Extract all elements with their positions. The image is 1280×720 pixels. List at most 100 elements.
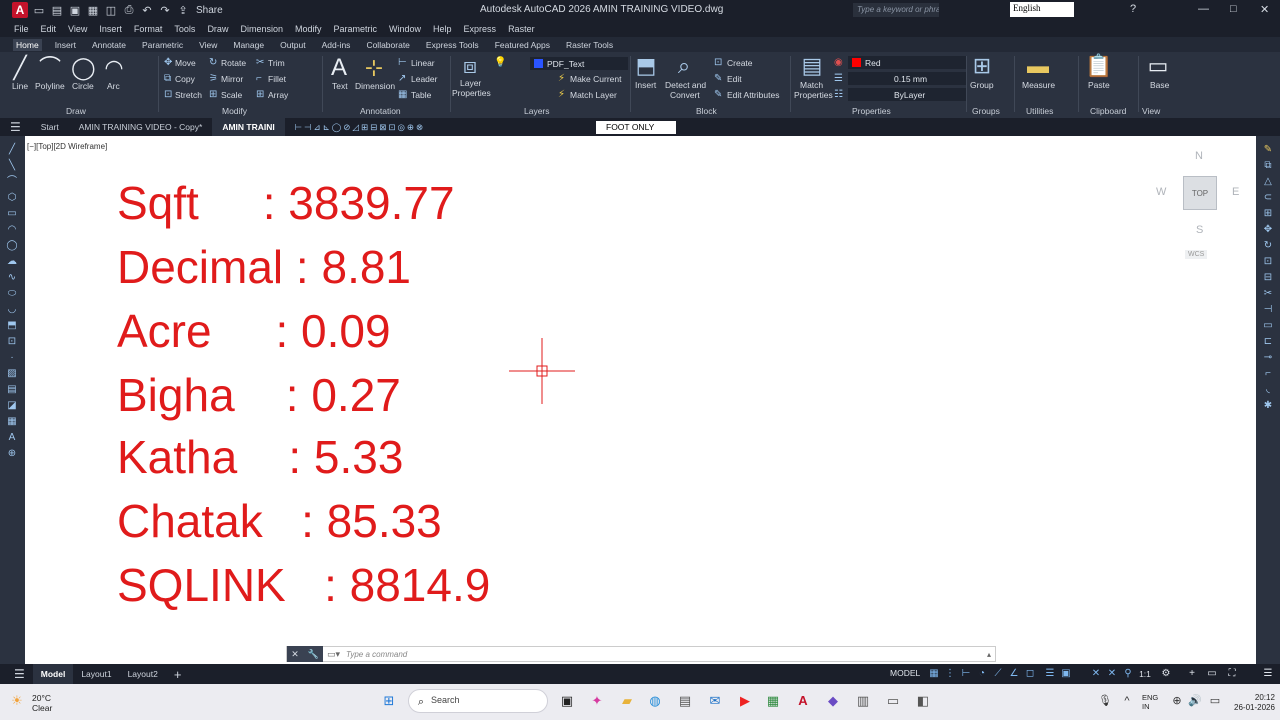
drawing-text-chatak[interactable]: Chatak : 85.33 (117, 498, 442, 544)
groups-panel-label[interactable]: Groups (972, 106, 1000, 116)
dimension-toolbar-icons[interactable]: ⊢⊣⊿⊾◯⊘◿⊞⊟⊠⊡◎⊕⊗ (285, 118, 435, 136)
file-explorer-icon[interactable]: ▰ (618, 692, 636, 710)
menu-window[interactable]: Window (389, 24, 421, 34)
drawing-text-katha[interactable]: Katha : 5.33 (117, 434, 403, 480)
paste-icon[interactable]: 📋 (1085, 54, 1112, 78)
start-icon[interactable]: ⊞ (380, 692, 398, 710)
workspace-icon[interactable]: ⚙ (1160, 668, 1172, 680)
maximize-button[interactable]: □ (1230, 3, 1237, 15)
rotate-button[interactable]: Rotate (221, 58, 246, 68)
join-icon[interactable]: ⊏ (1262, 336, 1274, 348)
units-icon[interactable]: + (1186, 668, 1198, 680)
network-icon[interactable]: ⊕ (1168, 692, 1186, 710)
drawing-canvas[interactable]: [−][Top][2D Wireframe] Sqft : 3839.77 De… (25, 136, 1256, 664)
command-history-icon[interactable]: ▭▾ (323, 649, 340, 660)
add-selected-icon[interactable]: ⊕ (6, 448, 18, 460)
group-button[interactable]: Group (970, 80, 994, 90)
app3-icon[interactable]: ◧ (914, 692, 932, 710)
autocad-logo-icon[interactable]: A (12, 2, 28, 18)
menu-tools[interactable]: Tools (174, 24, 195, 34)
make-current-button[interactable]: Make Current (570, 74, 622, 84)
tab-raster-tools[interactable]: Raster Tools (563, 39, 616, 51)
insert-block-icon[interactable]: ⬒ (634, 54, 658, 78)
app2-icon[interactable]: ▭ (884, 692, 902, 710)
annotation-visibility-icon[interactable]: ✕ (1090, 668, 1102, 680)
rectangle-icon[interactable]: ▭ (6, 208, 18, 220)
scale-button[interactable]: Scale (221, 90, 242, 100)
weather-widget[interactable]: 20°C Clear (32, 693, 52, 713)
layers-panel-label[interactable]: Layers (524, 106, 550, 116)
break-icon[interactable]: ▭ (1262, 320, 1274, 332)
base-view-icon[interactable]: ▭ (1146, 54, 1170, 78)
tab-view[interactable]: View (196, 39, 220, 51)
blend-icon[interactable]: ◟ (1262, 384, 1274, 396)
modify-panel-label[interactable]: Modify (222, 106, 247, 116)
menu-format[interactable]: Format (134, 24, 163, 34)
help-icon[interactable]: ? (1130, 3, 1136, 15)
make-block-icon[interactable]: ⊡ (6, 336, 18, 348)
layer-properties-button-label2[interactable]: Properties (452, 88, 491, 98)
save-icon[interactable]: ▣ (68, 3, 82, 17)
polygon-icon[interactable]: ⬡ (6, 192, 18, 204)
microphone-icon[interactable]: 🎙 (1096, 692, 1114, 710)
tray-expand-icon[interactable]: ^ (1118, 692, 1136, 710)
color-dropdown[interactable]: Red (848, 56, 966, 69)
snap-icon[interactable]: ⋮ (944, 668, 956, 680)
view-panel-label[interactable]: View (1142, 106, 1160, 116)
layout-menu-icon[interactable]: ☰ (0, 664, 33, 684)
base-view-button[interactable]: Base (1150, 80, 1169, 90)
file-tab-copy[interactable]: AMIN TRAINING VIDEO - Copy* (69, 118, 213, 136)
offset-icon[interactable]: ⊂ (1262, 192, 1274, 204)
compass-north[interactable]: N (1195, 150, 1203, 162)
table-button[interactable]: Table (411, 90, 431, 100)
close-command-line-icon[interactable]: ✕ (291, 649, 299, 660)
menu-modify[interactable]: Modify (295, 24, 322, 34)
move-icon[interactable]: ✥ (1262, 224, 1274, 236)
drawing-text-bigha[interactable]: Bigha : 0.27 (117, 372, 401, 418)
revision-cloud-icon[interactable]: ☁ (6, 256, 18, 268)
drawing-text-sqlink[interactable]: SQLINK : 8814.9 (117, 562, 490, 608)
open-folder-icon[interactable]: ▤ (50, 3, 64, 17)
measure-icon[interactable]: ▬ (1026, 54, 1050, 78)
app-icon[interactable]: ▥ (854, 692, 872, 710)
drawing-text-decimal[interactable]: Decimal : 8.81 (117, 244, 411, 290)
input-language[interactable]: ENG IN (1142, 693, 1158, 711)
extend-icon[interactable]: ⊣ (1262, 304, 1274, 316)
add-layout-icon[interactable]: + (166, 664, 190, 684)
tab-insert[interactable]: Insert (52, 39, 79, 51)
layer-properties-icon[interactable]: ⧈ (458, 54, 482, 78)
arc-button[interactable]: Arc (107, 81, 120, 91)
file-tabs-menu-icon[interactable]: ☰ (0, 118, 31, 136)
customize-status-icon[interactable]: ☰ (1262, 668, 1274, 680)
polyline-button[interactable]: Polyline (35, 81, 65, 91)
scale-dropdown[interactable]: 1:1 (1136, 668, 1154, 680)
menu-help[interactable]: Help (433, 24, 452, 34)
viewcube-top-face[interactable]: TOP (1183, 176, 1217, 210)
layout-tab-model[interactable]: Model (32, 664, 74, 684)
share-icon[interactable]: ⇪ (176, 3, 190, 17)
fillet-button[interactable]: Fillet (268, 74, 286, 84)
linetype-dropdown[interactable]: ByLayer (848, 88, 966, 101)
table-icon[interactable]: ▦ (6, 416, 18, 428)
autocad-taskbar-icon[interactable]: A (794, 692, 812, 710)
viewport-controls[interactable]: [−][Top][2D Wireframe] (27, 142, 107, 151)
share-button[interactable]: Share (196, 5, 223, 16)
wcs-menu[interactable]: WCS (1185, 250, 1208, 259)
object-snap-icon[interactable]: ◻ (1024, 668, 1036, 680)
detect-convert-label2[interactable]: Convert (670, 90, 700, 100)
clean-screen-icon[interactable]: ⛶ (1226, 668, 1238, 680)
annotation-panel-label[interactable]: Annotation (360, 106, 401, 116)
model-space-button[interactable]: MODEL (890, 668, 920, 678)
teams-icon[interactable]: ◆ (824, 692, 842, 710)
system-clock[interactable]: 20:12 26-01-2026 (1234, 693, 1275, 713)
tab-output[interactable]: Output (277, 39, 309, 51)
detect-convert-icon[interactable]: ⌕ (672, 54, 696, 78)
menu-edit[interactable]: Edit (41, 24, 57, 34)
copy-icon[interactable]: ⧉ (1262, 160, 1274, 172)
quick-properties-icon[interactable]: ▭ (1206, 668, 1218, 680)
youtube-icon[interactable]: ▶ (736, 692, 754, 710)
circle-icon[interactable]: ◯ (6, 240, 18, 252)
move-button[interactable]: Move (175, 58, 196, 68)
region-icon[interactable]: ◪ (6, 400, 18, 412)
drawing-text-sqft[interactable]: Sqft : 3839.77 (117, 180, 455, 226)
